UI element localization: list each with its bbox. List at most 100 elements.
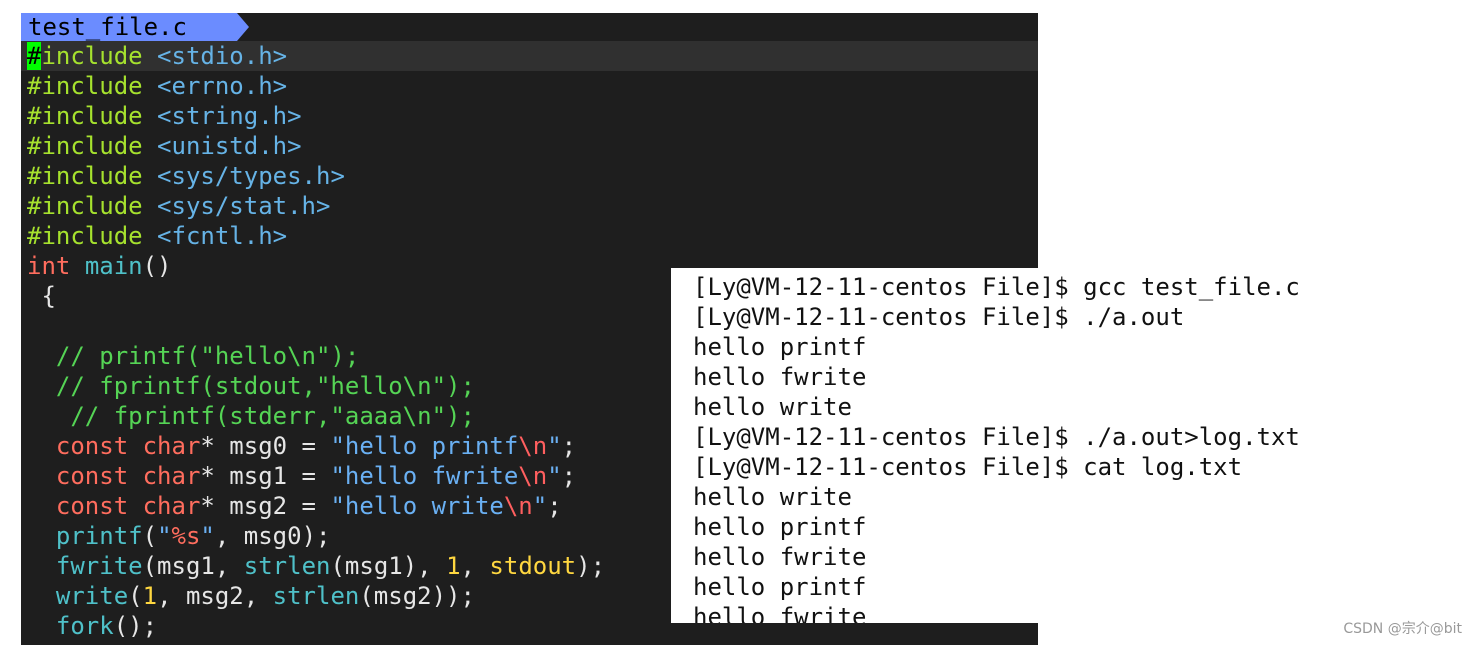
- code-token: printf: [55, 522, 143, 550]
- terminal-line: hello printf: [693, 513, 867, 541]
- code-token: #include: [27, 222, 158, 250]
- code-token: strlen: [272, 582, 360, 610]
- code-token: (): [142, 252, 172, 280]
- code-token: (: [142, 522, 158, 550]
- code-token: (msg1,: [142, 552, 244, 580]
- code-line[interactable]: #include <stdio.h>: [21, 41, 1038, 71]
- code-token: \n: [518, 462, 548, 490]
- code-token: <fcntl.h>: [157, 222, 288, 250]
- code-token: ": [157, 522, 172, 550]
- code-token: );: [576, 552, 606, 580]
- editor-tab-bar: test_file.c: [21, 13, 1038, 41]
- terminal-line: [Ly@VM-12-11-centos File]$ gcc test_file…: [693, 273, 1300, 301]
- code-token: 1: [446, 552, 461, 580]
- code-token: "hello write: [330, 492, 504, 520]
- terminal-lines: [Ly@VM-12-11-centos File]$ gcc test_file…: [671, 272, 1300, 623]
- code-token: <errno.h>: [157, 72, 288, 100]
- code-token: \n: [518, 432, 548, 460]
- code-token: * msg2 =: [200, 492, 331, 520]
- code-line[interactable]: #include <sys/types.h>: [21, 161, 1038, 191]
- code-token: (msg1),: [330, 552, 447, 580]
- code-token: <unistd.h>: [157, 132, 302, 160]
- code-token: <sys/types.h>: [157, 162, 345, 190]
- text-cursor: #: [27, 42, 42, 70]
- code-token: ,: [460, 552, 490, 580]
- code-token: const: [55, 432, 129, 460]
- code-token: #include: [27, 102, 158, 130]
- code-line[interactable]: #include <errno.h>: [21, 71, 1038, 101]
- code-line[interactable]: #include <fcntl.h>: [21, 221, 1038, 251]
- code-token: int: [27, 252, 71, 280]
- code-token: ();: [113, 612, 158, 640]
- code-token: const: [55, 462, 129, 490]
- terminal-line: [Ly@VM-12-11-centos File]$ ./a.out>log.t…: [693, 423, 1300, 451]
- terminal-line: hello fwrite: [693, 603, 867, 623]
- code-token: #include: [27, 72, 158, 100]
- terminal-line: hello fwrite: [693, 363, 867, 391]
- code-token: // printf("hello\n");: [27, 342, 360, 370]
- code-token: char: [142, 462, 201, 490]
- code-token: const: [55, 492, 129, 520]
- code-token: fwrite: [55, 552, 143, 580]
- code-token: \n: [503, 492, 533, 520]
- code-token: * msg0 =: [200, 432, 331, 460]
- code-token: , msg0);: [214, 522, 331, 550]
- watermark: CSDN @宗介@bit: [1343, 621, 1462, 637]
- code-token: "hello fwrite: [330, 462, 519, 490]
- code-token: #include: [27, 162, 158, 190]
- code-token: (: [128, 582, 143, 610]
- code-line[interactable]: #include <sys/stat.h>: [21, 191, 1038, 221]
- code-token: <stdio.h>: [157, 42, 288, 70]
- code-token: include: [41, 42, 158, 70]
- code-token: {: [27, 282, 56, 310]
- terminal-line: hello printf: [693, 573, 867, 601]
- code-token: (msg2));: [359, 582, 475, 610]
- code-token: ": [547, 432, 562, 460]
- terminal-line: [Ly@VM-12-11-centos File]$ cat log.txt: [693, 453, 1243, 481]
- code-token: ": [547, 462, 562, 490]
- code-token: <sys/stat.h>: [157, 192, 331, 220]
- code-token: ;: [561, 462, 577, 490]
- code-token: fork: [55, 612, 114, 640]
- code-token: %s: [171, 522, 201, 550]
- code-token: #include: [27, 132, 158, 160]
- code-token: strlen: [243, 552, 331, 580]
- code-line[interactable]: #include <unistd.h>: [21, 131, 1038, 161]
- code-token: "hello printf: [330, 432, 519, 460]
- code-token: #include: [27, 192, 158, 220]
- terminal-line: hello write: [693, 393, 852, 421]
- code-token: char: [142, 432, 201, 460]
- code-token: ": [532, 492, 548, 520]
- file-tab[interactable]: test_file.c: [21, 13, 249, 41]
- code-token: write: [55, 582, 129, 610]
- code-token: char: [142, 492, 201, 520]
- terminal-line: hello fwrite: [693, 543, 867, 571]
- terminal-line: hello write: [693, 483, 852, 511]
- terminal-line: [Ly@VM-12-11-centos File]$ ./a.out: [693, 303, 1185, 331]
- terminal-output: [Ly@VM-12-11-centos File]$ gcc test_file…: [671, 268, 1311, 623]
- code-line[interactable]: #include <string.h>: [21, 101, 1038, 131]
- code-token: // fprintf(stdout,"hello\n");: [27, 372, 475, 400]
- code-token: stdout: [489, 552, 577, 580]
- code-token: ;: [561, 432, 577, 460]
- code-token: 1: [142, 582, 158, 610]
- code-token: <string.h>: [157, 102, 302, 130]
- code-token: ": [200, 522, 215, 550]
- terminal-line: hello printf: [693, 333, 867, 361]
- code-token: * msg1 =: [200, 462, 331, 490]
- code-token: , msg2,: [157, 582, 273, 610]
- code-token: main: [84, 252, 143, 280]
- code-token: // fprintf(stderr,"aaaa\n");: [27, 402, 475, 430]
- code-token: ;: [547, 492, 562, 520]
